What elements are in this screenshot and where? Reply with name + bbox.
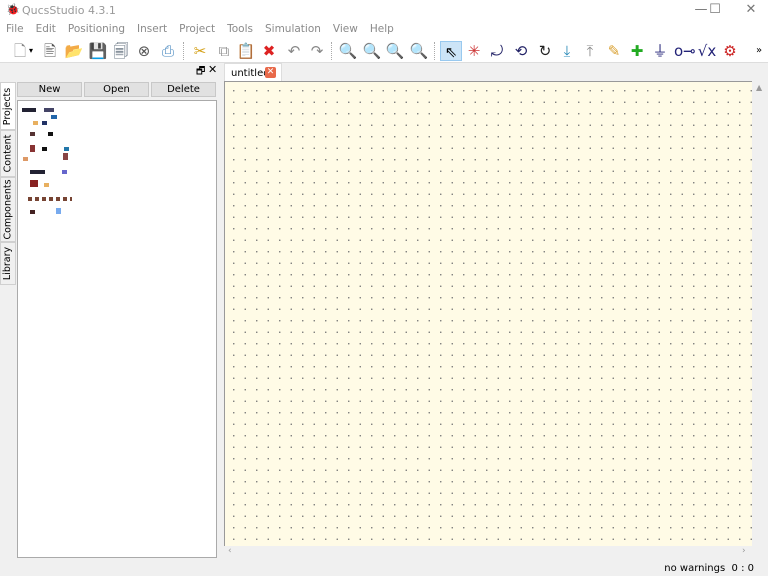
project-item-icon — [51, 115, 57, 119]
close-icon[interactable]: ⊗ — [134, 41, 154, 61]
schematic-canvas[interactable] — [224, 81, 752, 546]
project-item-icon — [28, 197, 72, 201]
project-item-icon — [33, 121, 38, 125]
wire-icon[interactable]: ✎ — [604, 41, 624, 61]
project-item-icon — [62, 170, 67, 174]
copy-icon[interactable]: ⧉ — [214, 41, 234, 61]
paste-icon[interactable]: 📋 — [236, 41, 256, 61]
tab-library[interactable]: Library — [0, 242, 16, 285]
tab-label: Projects — [2, 87, 14, 125]
vertical-scrollbar[interactable]: ▲ — [752, 81, 768, 546]
project-item-icon — [30, 170, 45, 174]
mirror-icon[interactable]: ✳ — [464, 41, 484, 61]
scroll-up-icon[interactable]: ▲ — [756, 83, 762, 92]
menu-insert[interactable]: Insert — [137, 20, 167, 38]
rotate-icon[interactable]: ↻ — [535, 41, 555, 61]
undo-icon[interactable]: ↶ — [284, 41, 304, 61]
project-item-icon — [42, 147, 47, 151]
rotate-y-icon[interactable]: ⟲ — [511, 41, 531, 61]
close-window-button[interactable]: ✕ — [736, 0, 766, 20]
equation-icon[interactable]: √x — [697, 41, 717, 61]
toolbar-separator — [434, 42, 435, 60]
redo-icon[interactable]: ↷ — [307, 41, 327, 61]
scroll-left-icon[interactable]: ‹ — [228, 546, 232, 556]
delete-project-button[interactable]: Delete — [151, 82, 216, 97]
scroll-right-icon[interactable]: › — [742, 546, 746, 556]
project-item-icon — [30, 145, 35, 152]
delete-icon[interactable]: ✖ — [259, 41, 279, 61]
float-dock-icon[interactable]: 🗗 — [196, 64, 205, 81]
simulate-icon[interactable]: ⚙ — [720, 41, 740, 61]
cut-icon[interactable]: ✂ — [190, 41, 210, 61]
toolbar: 🗋 ▾ 🖹 📂 💾 🗐 ⊗ ⎙ ✂ ⧉ 📋 ✖ ↶ ↷ 🔍 🔍 🔍 🔍 ⇖ ✳ … — [0, 38, 768, 63]
project-item-icon — [42, 121, 47, 125]
open-icon[interactable]: 📂 — [64, 41, 84, 61]
status-warnings: no warnings — [664, 563, 726, 574]
more-icon[interactable]: » — [752, 41, 766, 61]
project-item-icon — [48, 132, 53, 136]
project-item-icon — [56, 208, 61, 214]
tab-label: Content — [2, 134, 14, 173]
title-bar: 🐞 QucsStudio 4.3.1 — ☐ ✕ — [0, 0, 768, 20]
project-item-icon — [30, 132, 35, 136]
menu-positioning[interactable]: Positioning — [68, 20, 125, 38]
save-all-icon[interactable]: 🗐 — [111, 41, 131, 61]
open-project-button[interactable]: Open — [84, 82, 149, 97]
tab-label: Components — [2, 179, 14, 240]
close-dock-icon[interactable]: ✕ — [208, 63, 217, 76]
menu-view[interactable]: View — [333, 20, 358, 38]
app-logo-icon: 🐞 — [6, 3, 20, 16]
tab-untitled[interactable]: untitled ✕ — [224, 63, 282, 81]
new-project-button[interactable]: New — [17, 82, 82, 97]
project-item-icon — [44, 108, 54, 112]
menu-simulation[interactable]: Simulation — [265, 20, 321, 38]
go-into-icon[interactable]: ⤓ — [557, 41, 577, 61]
project-item-icon — [30, 210, 35, 214]
project-item-icon — [64, 147, 69, 151]
zoom-in-icon[interactable]: 🔍 — [385, 41, 405, 61]
new-text-icon[interactable]: 🖹 — [40, 41, 60, 61]
horizontal-scrollbar[interactable]: ‹ › — [224, 546, 752, 558]
select-icon[interactable]: ⇖ — [440, 41, 462, 61]
status-coords: 0 : 0 — [731, 563, 754, 574]
dropdown-icon[interactable]: ▾ — [26, 41, 36, 61]
tab-content[interactable]: Content — [0, 130, 16, 177]
maximize-button[interactable]: ☐ — [700, 0, 730, 20]
save-icon[interactable]: 💾 — [88, 41, 108, 61]
mirror-x-icon[interactable]: ⤾ — [487, 41, 507, 61]
menu-tools[interactable]: Tools — [227, 20, 253, 38]
label-icon[interactable]: ✚ — [627, 41, 647, 61]
zoom-out-icon[interactable]: 🔍 — [409, 41, 429, 61]
menu-bar: File Edit Positioning Insert Project Too… — [0, 20, 768, 38]
tab-label: untitled — [231, 68, 270, 79]
zoom-1-icon[interactable]: 🔍 — [362, 41, 382, 61]
print-icon[interactable]: ⎙ — [158, 41, 178, 61]
toolbar-separator — [331, 42, 332, 60]
menu-help[interactable]: Help — [370, 20, 394, 38]
close-tab-icon[interactable]: ✕ — [265, 67, 276, 78]
menu-edit[interactable]: Edit — [36, 20, 56, 38]
project-list[interactable] — [17, 100, 217, 558]
ground-icon[interactable]: ⏚ — [650, 41, 670, 61]
project-item-icon — [22, 108, 36, 112]
project-item-icon — [63, 153, 68, 160]
menu-file[interactable]: File — [6, 20, 24, 38]
tab-components[interactable]: Components — [0, 177, 16, 242]
zoom-fit-icon[interactable]: 🔍 — [338, 41, 358, 61]
port-icon[interactable]: o⊸ — [674, 41, 696, 61]
tab-label: Library — [2, 246, 14, 281]
status-bar: no warnings 0 : 0 — [664, 563, 754, 574]
dock-header: 🗗 ✕ — [0, 63, 220, 81]
toolbar-separator — [183, 42, 184, 60]
menu-project[interactable]: Project — [179, 20, 215, 38]
pop-out-icon[interactable]: ⤒ — [580, 41, 600, 61]
window-title: QucsStudio 4.3.1 — [22, 4, 116, 17]
tab-projects[interactable]: Projects — [0, 82, 16, 130]
project-item-icon — [30, 180, 38, 187]
project-item-icon — [44, 183, 49, 187]
project-item-icon — [23, 157, 28, 161]
